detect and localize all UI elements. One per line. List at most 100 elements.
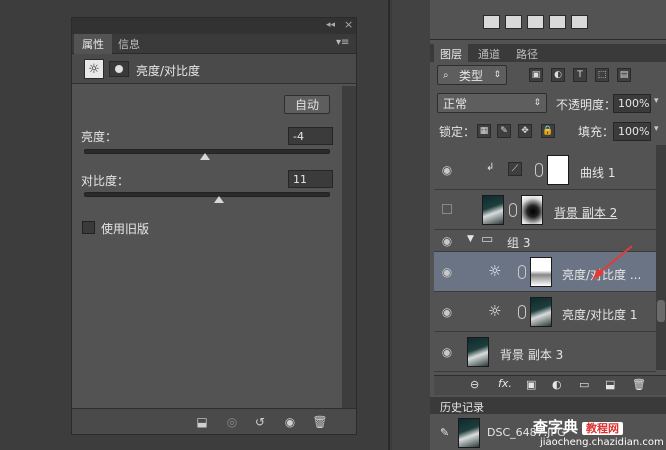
new-layer-icon[interactable]: ⬓: [605, 378, 615, 391]
eye-icon[interactable]: ◉: [438, 303, 456, 321]
layer-mask-thumbnail[interactable]: [547, 155, 569, 185]
mask-icon[interactable]: [109, 61, 129, 77]
lock-transparent-icon[interactable]: ▦: [477, 124, 491, 138]
tab-info[interactable]: 信息: [110, 34, 148, 54]
panel-scrollbar[interactable]: [342, 86, 356, 408]
adjust-icon-1[interactable]: [483, 15, 500, 29]
delete-layer-icon[interactable]: 🗑: [632, 378, 646, 391]
layer-name: 背景 副本 2: [554, 206, 618, 220]
history-tabbar: 历史记录: [430, 397, 666, 414]
layer-thumbnail[interactable]: [467, 337, 489, 367]
layer-row-brightness-1[interactable]: ◉ ☼ 亮度/对比度 1: [434, 292, 656, 332]
filter-kind-label: 类型: [459, 68, 484, 83]
eye-icon[interactable]: ◉: [438, 343, 456, 361]
link-icon: [509, 203, 517, 217]
opacity-input[interactable]: 100%: [613, 94, 651, 113]
fill-dropdown-icon[interactable]: ▾: [654, 124, 659, 134]
eye-icon[interactable]: ◉: [438, 161, 456, 179]
clip-to-layer-icon[interactable]: ⬓: [194, 414, 210, 430]
visibility-icon[interactable]: ◉: [282, 414, 298, 430]
layer-filter-select[interactable]: ⌕ 类型 ⇕: [437, 65, 507, 85]
panel-menu-icon[interactable]: ▾≡: [336, 37, 349, 48]
blend-mode-select[interactable]: 正常 ⇕: [437, 93, 547, 113]
layer-row-bg-copy-3[interactable]: ◉ 背景 副本 3: [434, 332, 656, 372]
adjust-icon-4[interactable]: [549, 15, 566, 29]
layers-scrollbar[interactable]: [656, 145, 666, 370]
view-previous-icon[interactable]: ◎: [224, 414, 240, 430]
tab-layers[interactable]: 图层: [434, 44, 468, 62]
lock-paint-icon[interactable]: ✎: [497, 124, 511, 138]
history-brush-icon[interactable]: ✎: [440, 426, 449, 439]
layers-scrollbar-thumb[interactable]: [657, 300, 665, 322]
curves-icon: ⟋: [508, 162, 522, 176]
layers-footer: ⊖ fx. ▣ ◐ ▭ ⬓ 🗑: [434, 375, 666, 395]
new-group-icon[interactable]: ▭: [579, 378, 589, 391]
panel-titlebar[interactable]: ◂◂ ×: [72, 18, 356, 34]
layer-mask-thumbnail[interactable]: [530, 257, 552, 287]
collapse-icon[interactable]: ◂◂: [326, 20, 335, 30]
properties-tabs: 属性 信息 ▾≡: [72, 34, 356, 54]
adjustments-icons: [430, 0, 666, 40]
brightness-adjust-icon: ☼: [488, 262, 502, 280]
fx-icon[interactable]: fx.: [498, 377, 512, 390]
lock-move-icon[interactable]: ✥: [518, 124, 532, 138]
legacy-checkbox[interactable]: [82, 221, 95, 234]
reset-icon[interactable]: ↺: [252, 414, 268, 430]
fill-input[interactable]: 100%: [613, 122, 651, 141]
layer-row-brightness-selected[interactable]: ◉ ☼ 亮度/对比度 ...: [434, 245, 656, 292]
layer-thumbnail[interactable]: [482, 195, 504, 225]
contrast-label: 对比度：: [81, 174, 130, 188]
watermark-url: jiaocheng.chazidian.com: [540, 437, 664, 448]
divider: [388, 0, 390, 450]
opacity-dropdown-icon[interactable]: ▾: [654, 96, 659, 106]
contrast-slider-thumb[interactable]: [214, 196, 225, 203]
adjustment-header: ☼ 亮度/对比度: [72, 54, 356, 84]
brightness-input[interactable]: -4: [288, 127, 333, 145]
link-icon: [535, 163, 543, 177]
properties-panel: ◂◂ × 属性 信息 ▾≡ ☼ 亮度/对比度 自动 亮度： -4 对比度： 11…: [71, 17, 357, 435]
contrast-slider[interactable]: [84, 192, 330, 197]
lock-all-icon[interactable]: 🔒: [541, 124, 555, 138]
adjustment-title: 亮度/对比度: [136, 64, 201, 78]
expand-arrow-icon[interactable]: ▼: [467, 234, 474, 244]
contrast-input[interactable]: 11: [288, 170, 333, 188]
lock-label: 锁定：: [439, 125, 476, 139]
brightness-slider-thumb[interactable]: [199, 153, 210, 160]
auto-button[interactable]: 自动: [284, 95, 330, 114]
tab-history[interactable]: 历史记录: [440, 399, 484, 415]
tab-properties[interactable]: 属性: [74, 34, 112, 54]
layer-mask-thumbnail[interactable]: [530, 297, 552, 327]
layer-name: 曲线 1: [580, 166, 616, 180]
layer-mask-thumbnail[interactable]: [521, 195, 543, 225]
brightness-adjust-icon: ☼: [488, 302, 502, 320]
layer-row-curves[interactable]: ◉ ↲ ⟋ 曲线 1: [434, 150, 656, 190]
eye-icon[interactable]: ◉: [438, 263, 456, 281]
chevron-updown-icon: ⇕: [533, 98, 541, 108]
chevron-updown-icon: ⇕: [493, 70, 501, 80]
watermark-badge: 教程网: [582, 422, 624, 435]
filter-type-icon[interactable]: T: [573, 68, 587, 82]
layer-row-bg-copy-2[interactable]: 背景 副本 2: [434, 190, 656, 230]
close-icon[interactable]: ×: [344, 18, 353, 31]
search-icon: ⌕: [443, 69, 449, 81]
fill-label: 填充：: [578, 125, 615, 139]
new-adjustment-icon[interactable]: ◐: [552, 378, 562, 391]
filter-smart-icon[interactable]: ▤: [617, 68, 631, 82]
adjust-icon-2[interactable]: [505, 15, 522, 29]
group-name: 组 3: [507, 236, 531, 250]
delete-icon[interactable]: 🗑: [312, 414, 328, 430]
add-mask-icon[interactable]: ▣: [526, 378, 536, 391]
visibility-toggle[interactable]: [442, 204, 452, 214]
tab-channels[interactable]: 通道: [472, 44, 506, 62]
tab-paths[interactable]: 路径: [510, 44, 544, 62]
link-layers-icon[interactable]: ⊖: [470, 378, 479, 391]
eye-icon[interactable]: ◉: [438, 232, 456, 250]
adjust-icon-3[interactable]: [527, 15, 544, 29]
link-icon: [518, 305, 526, 319]
panel-dock-strip: [392, 0, 430, 450]
history-thumbnail: [458, 418, 480, 448]
filter-pixel-icon[interactable]: ▣: [529, 68, 543, 82]
adjust-icon-5[interactable]: [571, 15, 588, 29]
filter-adjustment-icon[interactable]: ◐: [551, 68, 565, 82]
filter-shape-icon[interactable]: ⬚: [595, 68, 609, 82]
